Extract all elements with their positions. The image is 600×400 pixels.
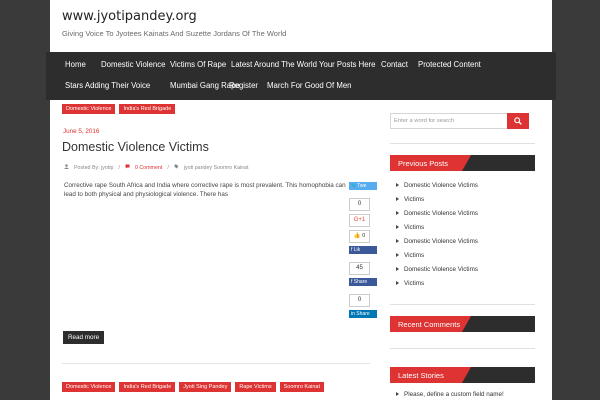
nav-item-contact[interactable]: Contact	[381, 60, 408, 69]
search-input[interactable]: Enter a word for search	[390, 113, 508, 129]
nav-item-domestic-violence[interactable]: Domestic Violence	[101, 60, 165, 69]
bullet-icon	[396, 281, 399, 286]
previous-post-item[interactable]: Domestic Violence Victims	[396, 238, 478, 245]
tag-icon	[174, 164, 179, 171]
category-tag[interactable]: India's Red Brigade	[119, 104, 176, 114]
post-title[interactable]: Domestic Violence Victims	[62, 140, 209, 154]
latest-story-item[interactable]: Please, define a custom field name!	[396, 391, 504, 398]
thumb-icon: 👍	[353, 233, 361, 239]
linkedin-label: Share	[356, 311, 370, 317]
bullet-icon	[396, 239, 399, 244]
recent-comments-header: Recent Comments	[390, 316, 535, 332]
gplus-count-value: 0	[362, 233, 366, 239]
nav-item-stars-adding-their-voice[interactable]: Stars Adding Their Voice	[65, 81, 150, 90]
facebook-share-count: 0	[349, 294, 370, 307]
facebook-like-button[interactable]: f Lik	[349, 246, 377, 254]
post-excerpt: Corrective rape South Africa and India w…	[64, 182, 346, 198]
category-tag[interactable]: Soomro Kainat	[279, 382, 325, 392]
nav-item-latest-around-the-world[interactable]: Latest Around The World	[231, 60, 317, 69]
bullet-icon	[396, 225, 399, 230]
previous-posts-title: Previous Posts	[398, 159, 449, 168]
latest-stories-title: Latest Stories	[398, 371, 444, 380]
linkedin-share-button[interactable]: in Share	[349, 310, 377, 318]
sidebar-divider	[390, 143, 535, 144]
site-title[interactable]: www.jyotipandey.org	[62, 9, 197, 24]
category-tag[interactable]: Domestic Violence	[62, 382, 116, 392]
nav-item-home[interactable]: Home	[65, 60, 86, 69]
category-tag[interactable]: Domestic Violence	[62, 104, 116, 114]
bullet-icon	[396, 392, 399, 397]
facebook-share-label: Share	[353, 279, 368, 285]
previous-post-item[interactable]: Victims	[396, 196, 424, 203]
post-categories: Domestic Violence India's Red Brigade	[62, 104, 176, 114]
previous-post-item[interactable]: Domestic Violence Victims	[396, 182, 478, 189]
bullet-icon	[396, 211, 399, 216]
nav-item-register[interactable]: Register	[229, 81, 258, 90]
previous-posts-header: Previous Posts	[390, 155, 535, 171]
page-wrapper: www.jyotipandey.org Giving Voice To Jyot…	[46, 0, 556, 400]
sidebar-divider	[390, 304, 535, 305]
nav-item-victims-of-rape[interactable]: Victims Of Rape	[170, 60, 226, 69]
post-comments-link[interactable]: 0 Comment	[135, 165, 162, 171]
post-divider	[62, 363, 370, 364]
latest-stories-header: Latest Stories	[390, 367, 535, 383]
user-icon	[64, 164, 69, 171]
twitter-label: Twe	[357, 183, 367, 189]
bullet-icon	[396, 183, 399, 188]
facebook-share-button[interactable]: f Share	[349, 278, 377, 286]
previous-post-item[interactable]: Victims	[396, 224, 424, 231]
category-tag[interactable]: Rape Victims	[235, 382, 276, 392]
category-tag[interactable]: India's Red Brigade	[119, 382, 176, 392]
post-author[interactable]: Posted By: jyotip	[74, 165, 113, 171]
previous-post-item[interactable]: Victims	[396, 252, 424, 259]
facebook-icon: f	[351, 279, 353, 285]
sidebar: Enter a word for search Previous Posts D…	[390, 100, 540, 400]
previous-post-item[interactable]: Domestic Violence Victims	[396, 210, 478, 217]
nav-item-march-for-good-of-men[interactable]: March For Good Of Men	[267, 81, 352, 90]
comment-icon	[125, 164, 130, 171]
facebook-like-count: 45	[349, 262, 370, 275]
linkedin-icon: in	[351, 311, 355, 317]
next-post-categories: Domestic Violence India's Red Brigade Jy…	[62, 382, 325, 392]
site-description: Giving Voice To Jyotees Kainats And Suze…	[62, 29, 287, 38]
search-button[interactable]	[507, 113, 529, 129]
sidebar-divider	[390, 348, 535, 349]
post-meta: Posted By: jyotip / 0 Comment / jyoti pa…	[64, 164, 249, 171]
previous-post-item[interactable]: Victims	[396, 280, 424, 287]
search-icon	[514, 117, 522, 125]
post-tags[interactable]: jyoti pandey Soomro Kainat	[184, 165, 249, 171]
category-tag[interactable]: Jyoti Sing Pandey	[179, 382, 232, 392]
share-widget: 🐦Twe 0 G+1 👍 0 f Lik 45 f Share 0 in Sha…	[347, 81, 377, 321]
twitter-count: 0	[349, 198, 370, 211]
recent-comments-title: Recent Comments	[398, 320, 461, 329]
read-more-button[interactable]: Read more	[63, 331, 105, 344]
facebook-icon: f	[351, 247, 353, 253]
twitter-button[interactable]: 🐦Twe	[349, 182, 377, 190]
previous-post-item[interactable]: Domestic Violence Victims	[396, 266, 478, 273]
facebook-like-label: Lik	[353, 247, 361, 253]
main-navigation: Home Domestic Violence Victims Of Rape L…	[46, 52, 556, 100]
nav-item-protected-content[interactable]: Protected Content	[418, 60, 481, 69]
post-date[interactable]: June 5, 2016	[63, 128, 99, 135]
gplus-button[interactable]: G+1	[349, 214, 370, 227]
bullet-icon	[396, 253, 399, 258]
nav-item-your-posts-here[interactable]: Your Posts Here	[319, 60, 376, 69]
bullet-icon	[396, 267, 399, 272]
gplus-count: 👍 0	[349, 230, 370, 243]
main-content: Domestic Violence India's Red Brigade Ju…	[62, 100, 372, 400]
bullet-icon	[396, 197, 399, 202]
